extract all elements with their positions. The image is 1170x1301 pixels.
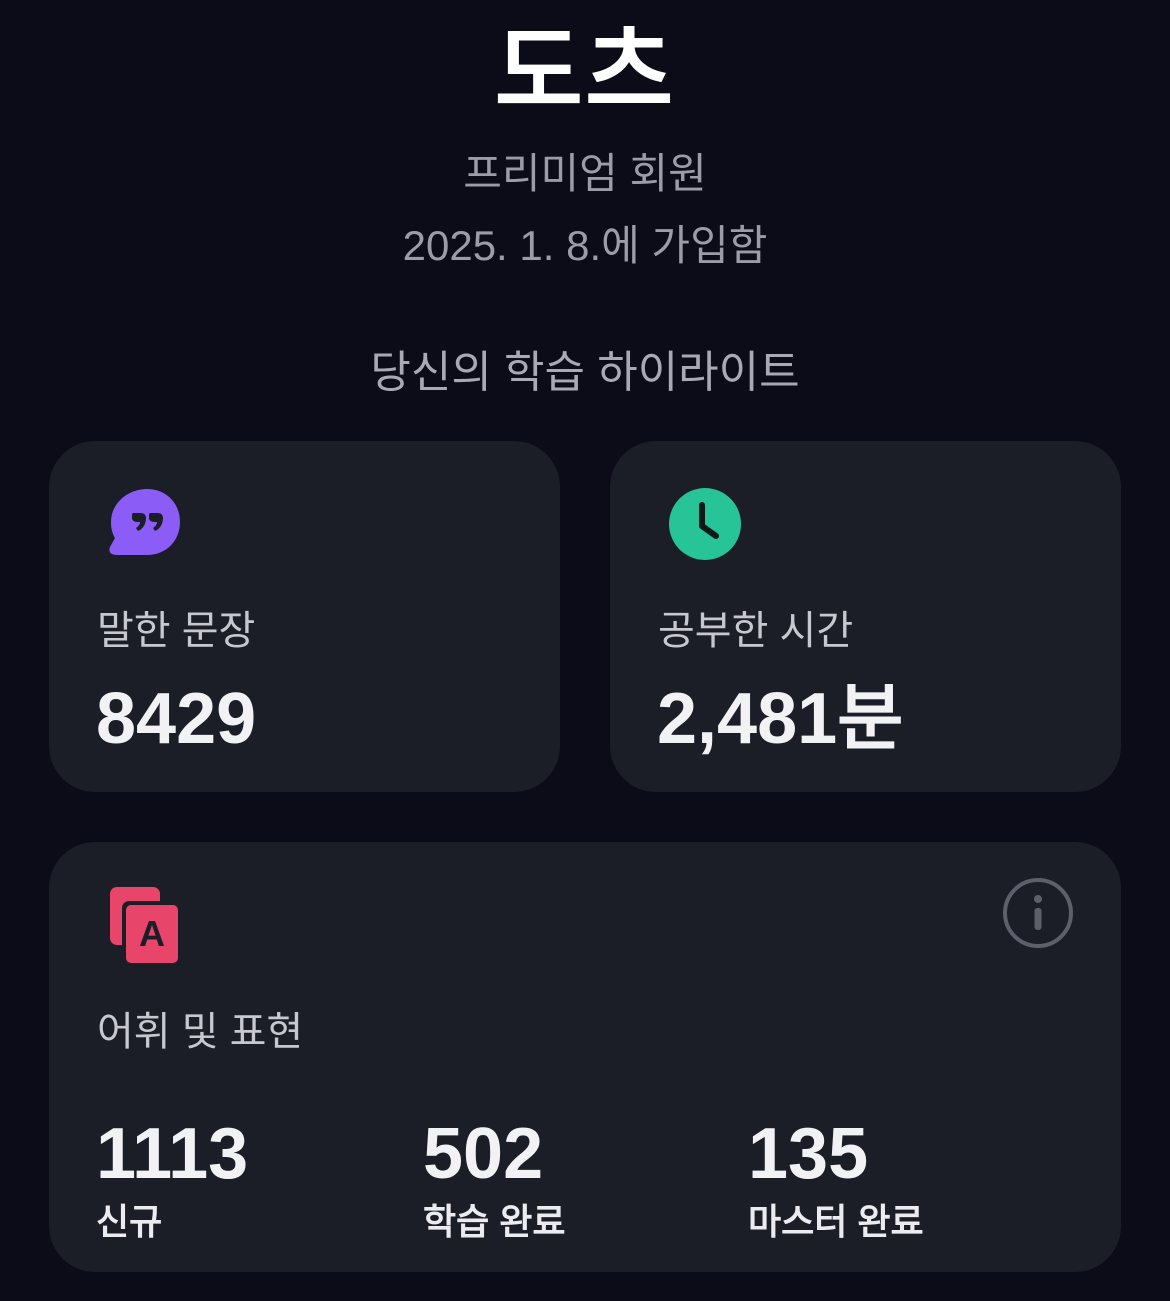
vocab-stat-mastered: 135 마스터 완료 (748, 1114, 924, 1244)
flashcard-letter: A (139, 913, 165, 954)
sentences-value: 8429 (96, 679, 257, 759)
vocab-stat-value: 1113 (96, 1114, 249, 1194)
vocab-stat-caption: 학습 완료 (423, 1201, 566, 1242)
membership-label: 프리미엄 회원 (463, 150, 707, 197)
vocab-stat-caption: 마스터 완료 (748, 1201, 924, 1242)
vocabulary-label: 어휘 및 표현 (97, 1010, 304, 1054)
vocab-stat-caption: 신규 (96, 1201, 163, 1242)
quote-bubble-icon (107, 486, 183, 562)
clock-icon (667, 486, 743, 562)
sentences-card[interactable]: 말한 문장 8429 (49, 441, 560, 792)
info-icon[interactable] (1002, 877, 1074, 949)
profile-name: 도츠 (494, 19, 676, 126)
vocab-stat-value: 502 (423, 1114, 544, 1194)
vocab-stat-learned: 502 학습 완료 (423, 1114, 565, 1244)
joined-date: 2025. 1. 8.에 가입함 (402, 222, 768, 269)
sentences-label: 말한 문장 (97, 609, 256, 653)
highlights-title: 당신의 학습 하이라이트 (370, 348, 800, 397)
vocabulary-card[interactable]: A 어휘 및 표현 1113 신규 502 학습 완료 135 마스터 완료 (49, 842, 1121, 1272)
vocab-stat-new: 1113 신규 (96, 1114, 248, 1244)
vocab-stat-value: 135 (748, 1114, 869, 1194)
profile-page: 도츠 프리미엄 회원 2025. 1. 8.에 가입함 당신의 학습 하이라이트… (0, 0, 1170, 1301)
flashcards-icon: A (107, 884, 183, 968)
study-time-value: 2,481분 (657, 679, 904, 759)
study-time-label: 공부한 시간 (658, 609, 854, 653)
study-time-card[interactable]: 공부한 시간 2,481분 (610, 441, 1121, 792)
